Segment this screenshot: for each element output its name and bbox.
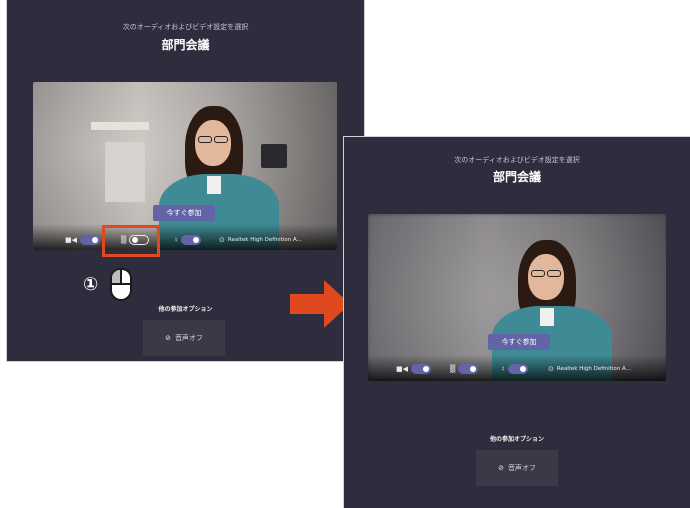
blur-control: ▒: [450, 362, 479, 376]
arrow-right-icon: [290, 280, 350, 328]
mouse-icon: [110, 268, 132, 301]
speaker-off-icon: ⊘: [498, 464, 504, 472]
other-join-options: 他の参加オプション: [489, 436, 544, 443]
audio-device-label: Realtek High Definition A...: [556, 366, 631, 372]
mic-toggle[interactable]: [180, 235, 201, 245]
device-settings[interactable]: ⊙ Realtek High Definition A...: [548, 362, 631, 376]
mic-control: ♮: [502, 362, 528, 376]
audio-video-subtitle: 次のオーディオおよびビデオ設定を選択: [122, 23, 249, 31]
device-settings[interactable]: ⊙ Realtek High Definition A...: [219, 233, 302, 247]
audio-device-label: Realtek High Definition A...: [227, 237, 302, 243]
device-settings-icon: ⊙: [219, 236, 225, 244]
camera-toggle[interactable]: [80, 235, 100, 245]
background-blur-icon: ▒: [450, 365, 456, 373]
meeting-join-screen-after: 次のオーディオおよびビデオ設定を選択 部門会議 今すぐ参加 ■◀ ▒ ♮ ⊙ R…: [344, 137, 690, 508]
camera-control: ■◀: [65, 233, 100, 247]
step-number: ①: [83, 274, 99, 295]
audio-off-button[interactable]: ⊘ 音声オフ: [143, 320, 225, 356]
microphone-icon: ♮: [502, 365, 505, 373]
mic-control: ♮: [175, 233, 201, 247]
blur-toggle[interactable]: [458, 364, 479, 374]
join-now-button[interactable]: 今すぐ参加: [488, 334, 550, 350]
device-settings-icon: ⊙: [548, 365, 554, 373]
microphone-icon: ♮: [175, 236, 178, 244]
audio-video-subtitle: 次のオーディオおよびビデオ設定を選択: [454, 156, 580, 164]
device-controls: ■◀ ▒ ♮ ⊙ Realtek High Definition A...: [368, 362, 666, 376]
blur-toggle-highlight: [102, 225, 160, 257]
speaker-off-icon: ⊘: [165, 334, 171, 342]
video-preview: 今すぐ参加 ■◀ ▒ ♮ ⊙ Realtek High Definition A…: [33, 82, 337, 250]
camera-toggle[interactable]: [411, 364, 431, 374]
camera-icon: ■◀: [396, 365, 408, 373]
audio-off-label: 音声オフ: [174, 334, 203, 342]
audio-off-button[interactable]: ⊘ 音声オフ: [476, 450, 558, 486]
mic-toggle[interactable]: [507, 364, 528, 374]
camera-control: ■◀: [396, 362, 431, 376]
shelf: [91, 122, 149, 130]
camera-icon: ■◀: [65, 236, 77, 244]
meeting-title: 部門会議: [492, 170, 541, 184]
video-preview: 今すぐ参加 ■◀ ▒ ♮ ⊙ Realtek High Definition A…: [368, 214, 666, 381]
device-controls: ■◀ ▒ ♮ ⊙ Realtek High Definition A...: [33, 233, 337, 247]
join-now-button[interactable]: 今すぐ参加: [153, 205, 215, 221]
cabinet: [105, 142, 145, 202]
meeting-title: 部門会議: [161, 38, 210, 52]
audio-off-label: 音声オフ: [507, 464, 536, 472]
